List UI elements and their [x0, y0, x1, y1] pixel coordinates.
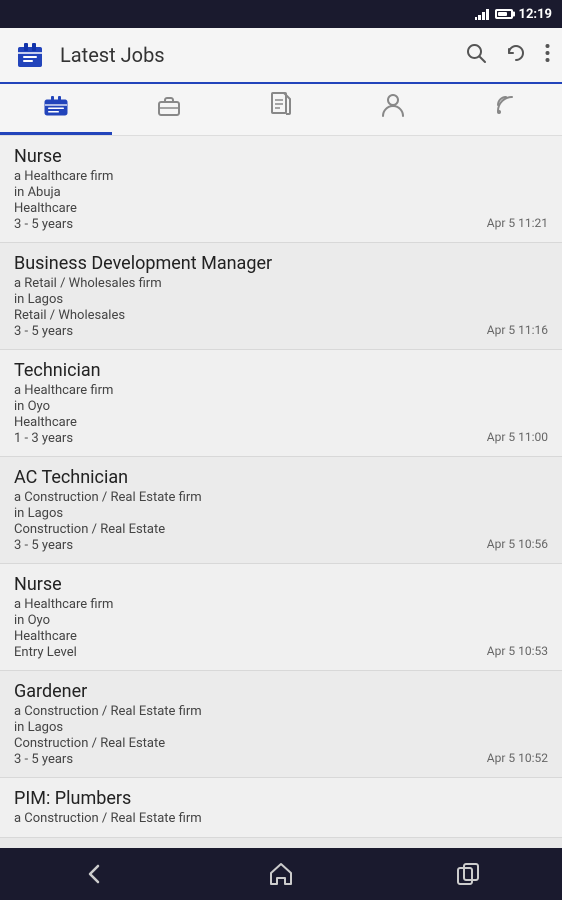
job-meta: Apr 5 11:16 [487, 323, 548, 337]
job-meta: Apr 5 11:00 [487, 430, 548, 444]
job-experience: 3 - 5 years [14, 752, 548, 767]
job-company: a Healthcare firm [14, 383, 548, 398]
job-location: in Oyo [14, 399, 548, 414]
job-company: a Healthcare firm [14, 169, 548, 184]
job-experience: Entry Level [14, 645, 548, 660]
job-list: Nursea Healthcare firmin AbujaHealthcare… [0, 136, 562, 848]
job-title: Technician [14, 360, 548, 381]
app-title: Latest Jobs [60, 43, 465, 67]
job-item[interactable]: Business Development Manager a Retail / W… [0, 243, 562, 350]
job-title: Nurse [14, 146, 548, 167]
recent-apps-button[interactable] [454, 860, 482, 888]
job-item[interactable]: Nurse a Healthcare firmin AbujaHealthcare… [0, 136, 562, 243]
job-meta: Apr 5 10:52 [487, 751, 548, 765]
search-icon[interactable] [465, 42, 487, 69]
status-bar-right: 12:19 [475, 7, 553, 22]
signal-icon [475, 8, 489, 20]
tab-rss[interactable] [450, 84, 562, 135]
job-location: in Oyo [14, 613, 548, 628]
back-button[interactable] [80, 860, 108, 888]
job-category: Construction / Real Estate [14, 736, 548, 751]
job-meta: Apr 5 10:56 [487, 537, 548, 551]
job-category: Construction / Real Estate [14, 522, 548, 537]
job-experience: 3 - 5 years [14, 217, 548, 232]
tab-profile[interactable] [337, 84, 449, 135]
job-category: Retail / Wholesales [14, 308, 548, 323]
rss-tab-icon [494, 93, 518, 123]
job-location: in Lagos [14, 292, 548, 307]
job-meta: Apr 5 10:53 [487, 644, 548, 658]
job-title: Business Development Manager [14, 253, 548, 274]
job-experience: 1 - 3 years [14, 431, 548, 446]
job-category: Healthcare [14, 415, 548, 430]
app-logo-icon [12, 37, 48, 73]
job-item[interactable]: Nurse a Healthcare firmin OyoHealthcareEn… [0, 564, 562, 671]
job-company: a Retail / Wholesales firm [14, 276, 548, 291]
job-title: Gardener [14, 681, 548, 702]
jobs-tab-icon [43, 94, 69, 122]
status-time: 12:19 [519, 7, 553, 22]
job-experience: 3 - 5 years [14, 538, 548, 553]
job-item[interactable]: PIM: Plumbers a Construction / Real Estat… [0, 778, 562, 838]
tab-bar [0, 84, 562, 136]
job-category: Healthcare [14, 629, 548, 644]
profile-tab-icon [381, 92, 405, 124]
tab-jobs[interactable] [0, 84, 112, 135]
job-meta: Apr 5 11:21 [487, 216, 548, 230]
briefcase-tab-icon [156, 94, 182, 122]
tab-briefcase[interactable] [112, 84, 224, 135]
home-button[interactable] [267, 860, 295, 888]
job-item[interactable]: Gardener a Construction / Real Estate fir… [0, 671, 562, 778]
document-tab-icon [270, 92, 292, 124]
job-company: a Construction / Real Estate firm [14, 811, 548, 826]
job-item[interactable]: AC Technician a Construction / Real Estat… [0, 457, 562, 564]
job-title: PIM: Plumbers [14, 788, 548, 809]
refresh-icon[interactable] [505, 42, 527, 69]
job-company: a Construction / Real Estate firm [14, 704, 548, 719]
job-experience: 3 - 5 years [14, 324, 548, 339]
job-location: in Abuja [14, 185, 548, 200]
job-title: AC Technician [14, 467, 548, 488]
app-bar-actions [465, 42, 550, 69]
status-bar: 12:19 [0, 0, 562, 28]
job-title: Nurse [14, 574, 548, 595]
job-company: a Healthcare firm [14, 597, 548, 612]
tab-document[interactable] [225, 84, 337, 135]
job-company: a Construction / Real Estate firm [14, 490, 548, 505]
bottom-nav [0, 848, 562, 900]
more-icon[interactable] [545, 42, 550, 69]
job-category: Healthcare [14, 201, 548, 216]
job-location: in Lagos [14, 506, 548, 521]
job-item[interactable]: Technician a Healthcare firmin OyoHealthc… [0, 350, 562, 457]
app-bar: Latest Jobs [0, 28, 562, 84]
job-location: in Lagos [14, 720, 548, 735]
battery-icon [495, 9, 513, 19]
